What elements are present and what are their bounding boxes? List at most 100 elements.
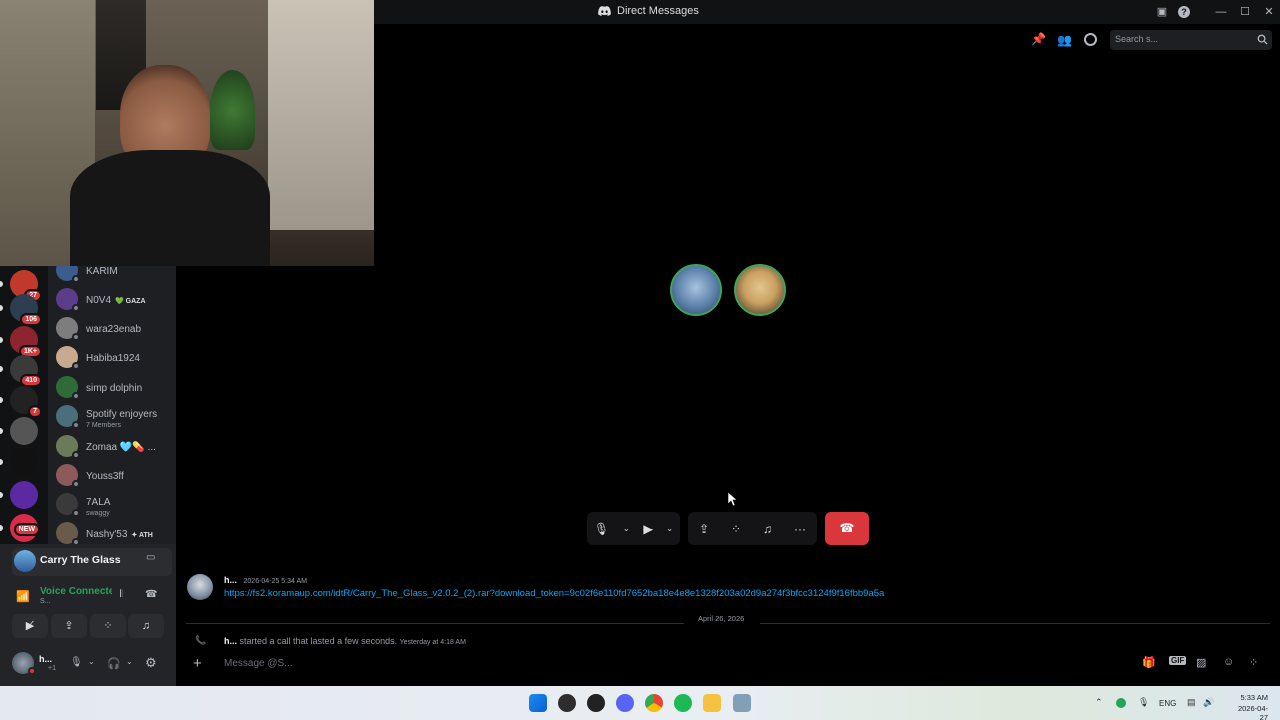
more-options-icon[interactable]: ··· [794, 522, 806, 536]
camera-button[interactable]: ▶̸ [12, 614, 48, 638]
activities-icon[interactable]: ⁘ [731, 522, 741, 536]
server-icon[interactable] [10, 481, 38, 509]
dm-tag: 💚 GAZA [115, 298, 146, 305]
server-icon[interactable]: 410 [10, 355, 42, 387]
taskbar-time: 5:33 AM [1240, 693, 1268, 702]
windows-start-icon[interactable] [529, 694, 547, 712]
emoji-icon[interactable]: ☺ [1223, 656, 1234, 668]
call-actions-group: ⇪ ⁘ ♫ ··· [688, 512, 817, 545]
file-explorer-icon[interactable] [703, 694, 721, 712]
voice-channel-name[interactable]: Carry The Glass [40, 554, 121, 566]
phone-hangup-icon: ☎ [839, 521, 855, 535]
volume-icon[interactable]: 🔊 [1203, 697, 1214, 708]
call-author[interactable]: h... [224, 636, 237, 646]
dm-item[interactable]: wara23enab [56, 314, 174, 342]
settings-gear-icon[interactable]: ⚙ [145, 655, 157, 671]
profile-icon[interactable] [1084, 33, 1097, 46]
add-friends-icon[interactable]: 👥 [1057, 33, 1072, 47]
spotify-icon[interactable] [674, 694, 692, 712]
tray-microphone-icon[interactable]: 🎙 [1138, 697, 1149, 708]
dm-item[interactable]: simp dolphin [56, 373, 174, 401]
dm-item[interactable]: Youss3ff [56, 461, 174, 489]
server-icon[interactable]: NEW [10, 514, 40, 542]
server-icon[interactable]: 106 [10, 294, 42, 326]
message-input-box[interactable]: + Message @S... 🎁 GIF ▨ ☺ ⁘ [183, 650, 1275, 678]
call-icon: 📞 [195, 635, 207, 645]
game-app-icon[interactable] [558, 694, 576, 712]
help-icon[interactable]: ? [1178, 6, 1190, 18]
hang-up-button[interactable]: ☎ [825, 512, 869, 545]
activities-button[interactable]: ⁘ [90, 614, 126, 638]
voice-status-sub: S... [40, 598, 51, 605]
server-icon[interactable] [10, 417, 38, 445]
server-badge: 7 [28, 405, 42, 418]
screen-share-icon[interactable]: ▣ [1154, 4, 1170, 20]
popout-icon[interactable]: ▭ [146, 552, 155, 563]
chevron-up-icon[interactable]: ⌃ [1095, 697, 1103, 708]
network-icon[interactable]: ▤ [1187, 697, 1196, 708]
voice-status[interactable]: Voice Connected [40, 586, 112, 597]
gift-icon[interactable]: 🎁 [1142, 656, 1156, 669]
mouse-cursor-icon [728, 492, 737, 506]
server-icon[interactable]: 7 [10, 386, 42, 418]
close-button[interactable]: ✕ [1261, 4, 1277, 20]
screen-share-button[interactable]: ⇪ [51, 614, 87, 638]
dm-item[interactable]: N0V4 💚 GAZA [56, 285, 174, 313]
dm-item[interactable]: Zomaa 🩵💊 ... [56, 432, 174, 460]
share-screen-icon[interactable]: ⇪ [699, 522, 709, 536]
call-participant-avatar-1[interactable] [670, 264, 722, 316]
message-author-avatar[interactable] [187, 574, 213, 600]
soundboard-button[interactable]: ♫ [128, 614, 164, 638]
presence-dot [72, 392, 80, 400]
server-icon[interactable]: 1K+ [10, 326, 42, 358]
chrome-icon[interactable] [645, 694, 663, 712]
dm-name: wara23enab [86, 324, 142, 335]
dm-avatar [56, 464, 80, 488]
dm-text: Habiba1924 [86, 348, 140, 366]
camera-off-icon[interactable]: ▶ [643, 522, 652, 536]
add-attachment-icon[interactable]: + [193, 655, 202, 672]
dm-name: Spotify enjoyers [86, 408, 158, 420]
user-name[interactable]: h... [39, 654, 52, 664]
message-link[interactable]: https://fs2.koramaup.com/idtR/Carry_The_… [224, 588, 884, 599]
dm-item[interactable]: Habiba1924 [56, 343, 174, 371]
chevron-down-icon[interactable]: ⌄ [88, 657, 95, 666]
obs-icon[interactable] [587, 694, 605, 712]
pin-icon[interactable]: 📌 [1031, 32, 1046, 46]
disconnect-icon[interactable]: ☎ [145, 589, 157, 600]
app-icon[interactable] [733, 694, 751, 712]
headphones-icon[interactable]: 🎧 [107, 657, 121, 670]
discord-taskbar-icon[interactable] [616, 694, 634, 712]
microphone-icon[interactable]: 🎙 [594, 522, 609, 536]
gif-icon[interactable]: GIF [1169, 656, 1187, 665]
message-author[interactable]: h... [224, 575, 237, 585]
dm-text: KARIM [86, 266, 118, 279]
call-participant-avatar-2[interactable] [734, 264, 786, 316]
minimize-button[interactable]: — [1213, 4, 1229, 20]
tray-status-icon[interactable] [1116, 698, 1126, 708]
soundboard-icon[interactable]: ♫ [763, 522, 772, 536]
chevron-down-icon[interactable]: ⌄ [126, 657, 133, 666]
chevron-down-icon[interactable]: ⌄ [623, 524, 630, 533]
dm-text: Youss3ff [86, 466, 124, 484]
dm-text: Zomaa 🩵💊 ... [86, 437, 156, 455]
sticker-icon[interactable]: ▨ [1196, 656, 1206, 669]
dm-item[interactable]: KARIM [56, 266, 174, 284]
language-indicator[interactable]: ENG [1159, 699, 1176, 708]
dm-item[interactable]: 7ALA swaggy [56, 490, 174, 518]
dm-avatar [56, 522, 80, 544]
dm-tag: ✦ ATH [131, 532, 153, 539]
search-bar[interactable]: Search s... [1110, 30, 1272, 50]
noise-suppression-icon[interactable]: 𝄃 [120, 589, 122, 600]
user-microphone-icon[interactable]: 🎙 [70, 657, 83, 668]
server-icon[interactable] [10, 448, 38, 476]
chevron-down-icon[interactable]: ⌄ [666, 524, 673, 533]
dm-item[interactable]: Nashy'53 ✦ ATH [56, 519, 174, 544]
search-placeholder: Search s... [1115, 34, 1159, 44]
dm-item[interactable]: Spotify enjoyers 7 Members [56, 402, 174, 430]
maximize-button[interactable]: ☐ [1237, 4, 1253, 20]
taskbar-clock[interactable]: 5:33 AM 2026-04-27 [1236, 693, 1268, 720]
dm-text: N0V4 💚 GAZA [86, 290, 146, 308]
apps-icon[interactable]: ⁘ [1249, 656, 1258, 669]
message-input-placeholder: Message @S... [224, 658, 293, 669]
